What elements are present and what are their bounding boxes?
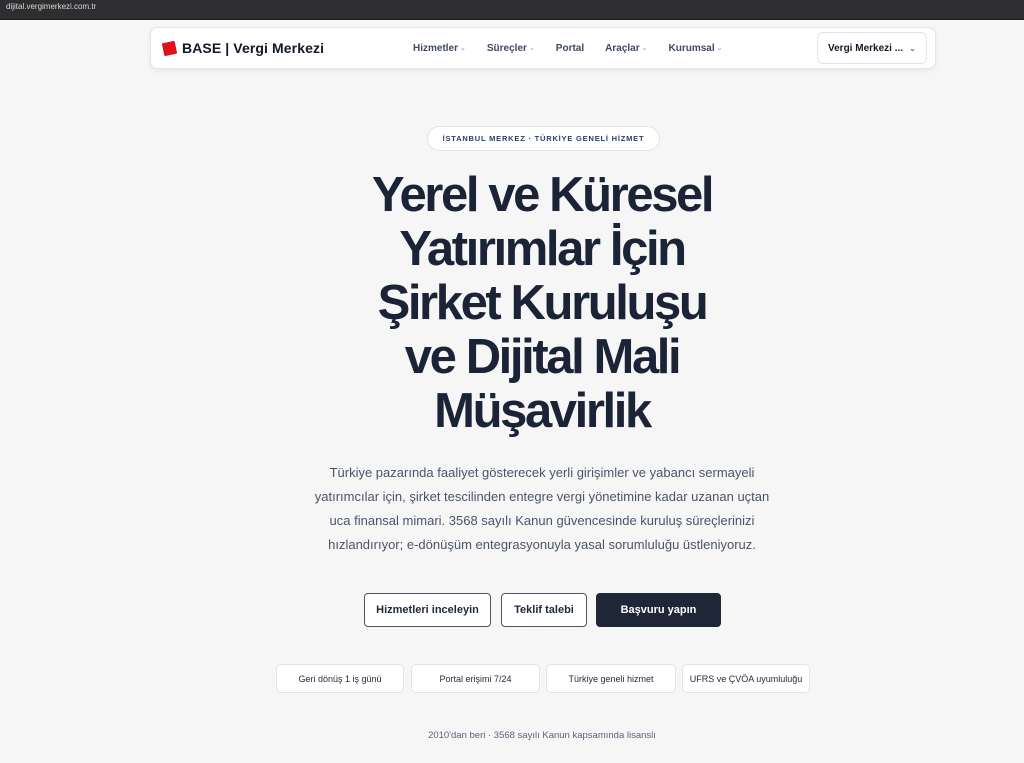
nav-item-label: Hizmetler: [413, 42, 459, 54]
nav-item-label: Süreçler: [486, 42, 527, 54]
nav-item-surecler[interactable]: Süreçler ⌄: [487, 43, 535, 54]
nav-item-label: Araçlar: [605, 42, 640, 54]
feature-chip: UFRS ve ÇVÖA uyumluluğu: [682, 664, 810, 693]
brand-logo[interactable]: BASE | Vergi Merkezi: [161, 38, 325, 58]
nav-item-portal[interactable]: Portal: [556, 43, 584, 54]
hero-eyebrow-badge: İSTANBUL MERKEZ · TÜRKİYE GENELİ HİZMET: [427, 126, 660, 151]
chevron-down-icon: ⌄: [909, 43, 916, 53]
nav-links: Hizmetler ⌄ Süreçler ⌄ Portal Araçlar ⌄ …: [413, 28, 743, 68]
main-navbar: BASE | Vergi Merkezi Hizmetler ⌄ Süreçle…: [150, 27, 936, 69]
brand-mark-icon: [161, 40, 178, 56]
chevron-down-icon: ⌄: [460, 45, 466, 52]
chevron-down-icon: ⌄: [716, 45, 723, 52]
headline-line: Müşavirlik: [434, 384, 652, 438]
lead-line: Türkiye pazarında faaliyet gösterecek ye…: [329, 465, 755, 480]
feature-chip: Türkiye geneli hizmet: [546, 664, 676, 693]
headline-line: ve Dijital Mali: [404, 330, 682, 384]
browser-url: dijital.vergimerkezi.com.tr: [6, 2, 97, 11]
license-footnote: 2010'dan beri · 3568 sayılı Kanun kapsam…: [428, 730, 656, 741]
branch-select[interactable]: Vergi Merkezi ... ⌄: [817, 32, 927, 64]
nav-item-kurumsal[interactable]: Kurumsal ⌄: [668, 43, 722, 54]
browser-address-bar[interactable]: dijital.vergimerkezi.com.tr: [0, 0, 1024, 20]
feature-chip: Geri dönüş 1 iş günü: [276, 664, 404, 693]
lead-line: yatırımcılar için, şirket tescilinden en…: [314, 489, 770, 504]
nav-item-hizmetler[interactable]: Hizmetler ⌄: [413, 43, 466, 54]
apply-button[interactable]: Başvuru yapın: [596, 593, 721, 627]
chevron-down-icon: ⌄: [641, 45, 648, 52]
headline-line: Yerel ve Küresel: [371, 168, 715, 222]
quote-request-button[interactable]: Teklif talebi: [501, 593, 587, 627]
nav-item-label: Kurumsal: [668, 42, 715, 54]
brand-name: BASE | Vergi Merkezi: [182, 40, 325, 56]
feature-chip: Portal erişimi 7/24: [411, 664, 540, 693]
lead-line: uca finansal mimari. 3568 sayılı Kanun g…: [329, 513, 755, 528]
lead-line: hızlandırıyor; e-dönüşüm entegrasyonuyla…: [328, 537, 756, 552]
hero-lead-paragraph: Türkiye pazarında faaliyet gösterecek ye…: [312, 461, 772, 557]
headline-line: Yatırımlar İçin: [399, 222, 687, 276]
nav-item-araclar[interactable]: Araçlar ⌄: [605, 43, 647, 54]
headline-line: Şirket Kuruluşu: [377, 276, 709, 330]
services-button[interactable]: Hizmetleri inceleyin: [364, 593, 491, 627]
chevron-down-icon: ⌄: [528, 45, 535, 52]
hero-headline: Yerel ve Küresel Yatırımlar İçin Şirket …: [262, 168, 822, 438]
branch-select-value: Vergi Merkezi ...: [828, 42, 904, 54]
nav-item-label: Portal: [555, 42, 585, 54]
